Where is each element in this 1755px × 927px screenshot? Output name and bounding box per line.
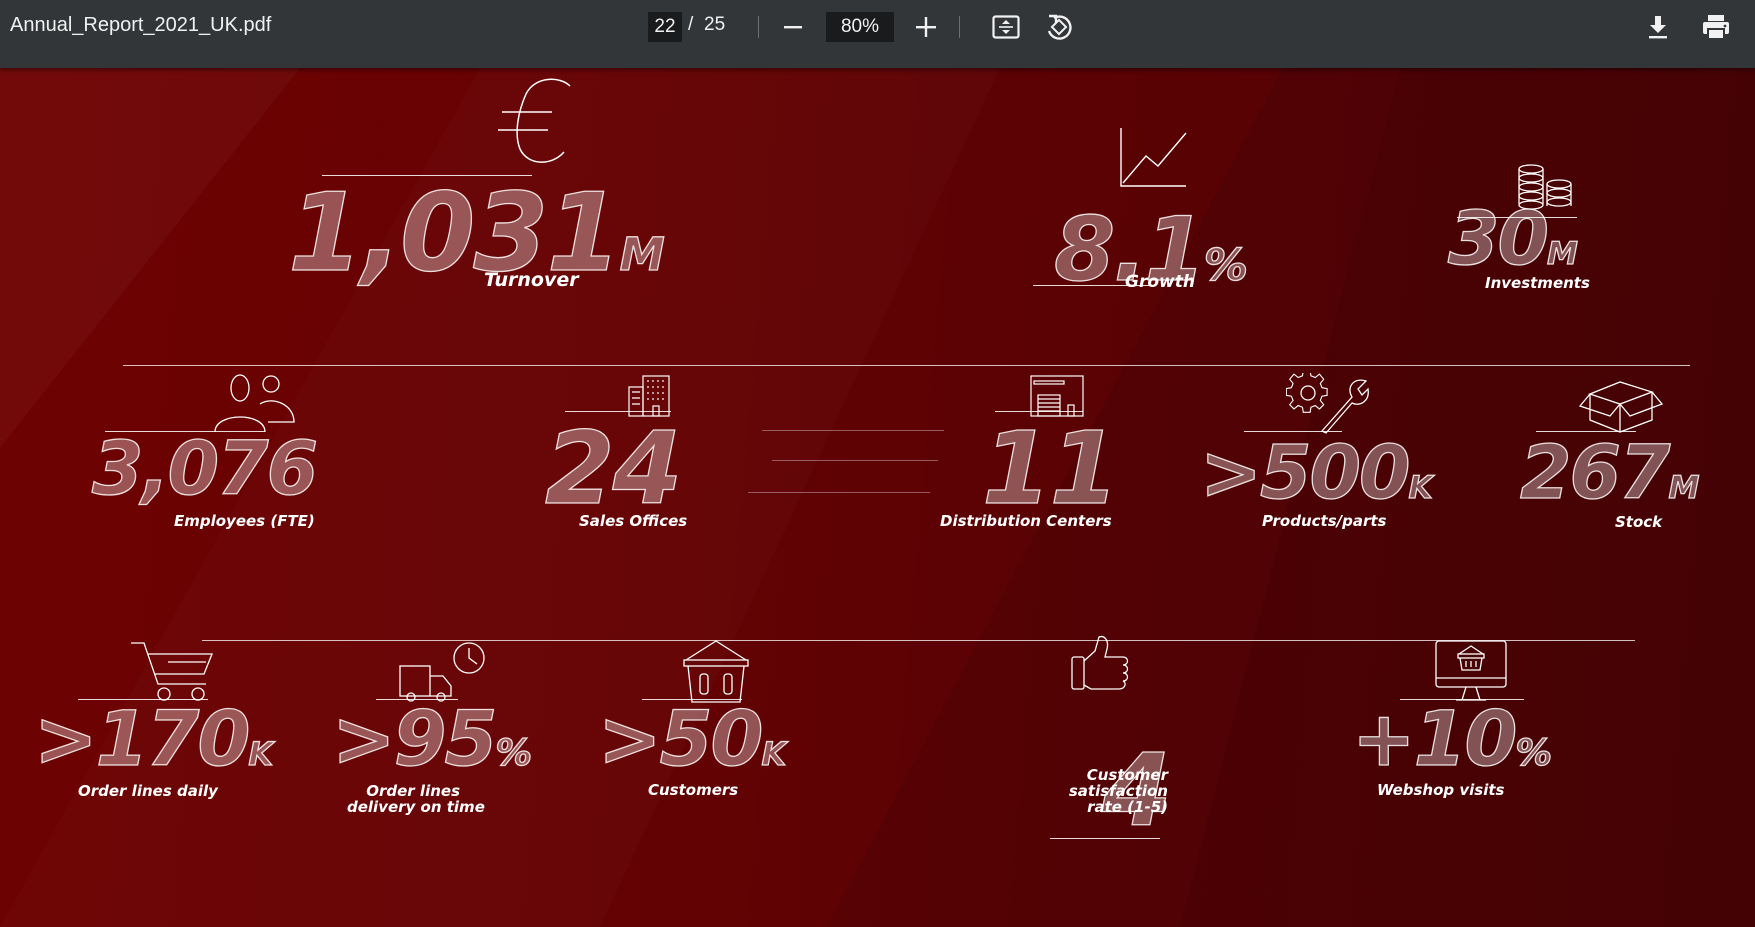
stock-label: Stock <box>1615 513 1663 531</box>
webshop-label: Webshop visits <box>1377 781 1505 799</box>
line-chart-icon <box>1118 128 1188 190</box>
row-divider <box>123 365 1690 366</box>
rotate-icon <box>1047 14 1072 40</box>
zoom-level-input[interactable] <box>826 12 894 42</box>
sales-offices-value: 24 <box>544 409 682 527</box>
truck-clock-icon <box>399 642 489 702</box>
rotate-button[interactable] <box>1041 10 1077 44</box>
euro-icon <box>490 74 575 169</box>
satisfaction-label-line1: Customer <box>1086 766 1168 784</box>
products-label: Products/parts <box>1262 512 1387 530</box>
turnover-value: 1,031M <box>287 170 665 296</box>
customers-label: Customers <box>648 781 739 799</box>
order-lines-value: >170K <box>33 693 274 783</box>
sales-offices-label: Sales Offices <box>579 512 688 530</box>
page-separator: / <box>688 14 694 35</box>
employees-label: Employees (FTE) <box>174 512 315 530</box>
employees-value: 3,076 <box>91 425 318 512</box>
delivery-label-line2: delivery on time <box>347 798 485 816</box>
print-button[interactable] <box>1698 10 1734 44</box>
products-value: >500K <box>1199 429 1433 516</box>
box-icon <box>1578 374 1664 434</box>
decorative-line <box>762 430 944 431</box>
pdf-viewer-toolbar: Annual_Report_2021_UK.pdf / 25 <box>0 0 1755 68</box>
stock-value: 267M <box>1519 429 1700 516</box>
minus-icon <box>784 26 802 29</box>
document-title: Annual_Report_2021_UK.pdf <box>10 14 272 36</box>
download-button[interactable] <box>1640 10 1676 44</box>
people-icon <box>212 374 296 434</box>
growth-label: Growth <box>1125 272 1195 292</box>
toolbar-divider <box>758 16 759 38</box>
zoom-in-button[interactable] <box>908 10 944 44</box>
thumbs-up-icon <box>1071 635 1131 691</box>
page-number-input[interactable] <box>648 12 682 42</box>
print-icon <box>1703 15 1729 40</box>
order-lines-label: Order lines daily <box>78 782 218 800</box>
satisfaction-label-line2: satisfaction <box>1068 782 1168 800</box>
plus-icon <box>916 17 936 37</box>
gear-wrench-icon <box>1286 373 1370 435</box>
webshop-value: +10% <box>1351 693 1552 783</box>
download-icon <box>1649 16 1667 39</box>
investments-value: 30M <box>1447 195 1578 282</box>
distribution-centers-value: 11 <box>981 409 1119 527</box>
satisfaction-label-line3: rate (1-5) <box>1087 798 1168 816</box>
fit-page-icon <box>992 15 1020 39</box>
pdf-page: 1,031M Turnover 8.1% Growth 30M Investme… <box>0 68 1755 927</box>
toolbar-divider <box>959 16 960 38</box>
delivery-label: Order lines delivery on time <box>347 782 485 816</box>
decorative-line <box>748 492 930 493</box>
total-pages: 25 <box>704 14 726 35</box>
turnover-label: Turnover <box>484 269 579 291</box>
distribution-centers-label: Distribution Centers <box>940 512 1112 530</box>
fit-to-page-button[interactable] <box>988 10 1024 44</box>
zoom-out-button[interactable] <box>775 10 811 44</box>
decorative-line <box>772 460 938 461</box>
delivery-value: >95% <box>331 693 532 783</box>
satisfaction-label: Customer satisfaction rate (1-5) <box>1062 767 1168 815</box>
row-divider <box>202 640 1635 641</box>
investments-label: Investments <box>1485 274 1590 292</box>
delivery-label-line1: Order lines <box>366 782 460 800</box>
shopping-cart-icon <box>130 642 214 702</box>
customers-value: >50K <box>597 693 787 783</box>
